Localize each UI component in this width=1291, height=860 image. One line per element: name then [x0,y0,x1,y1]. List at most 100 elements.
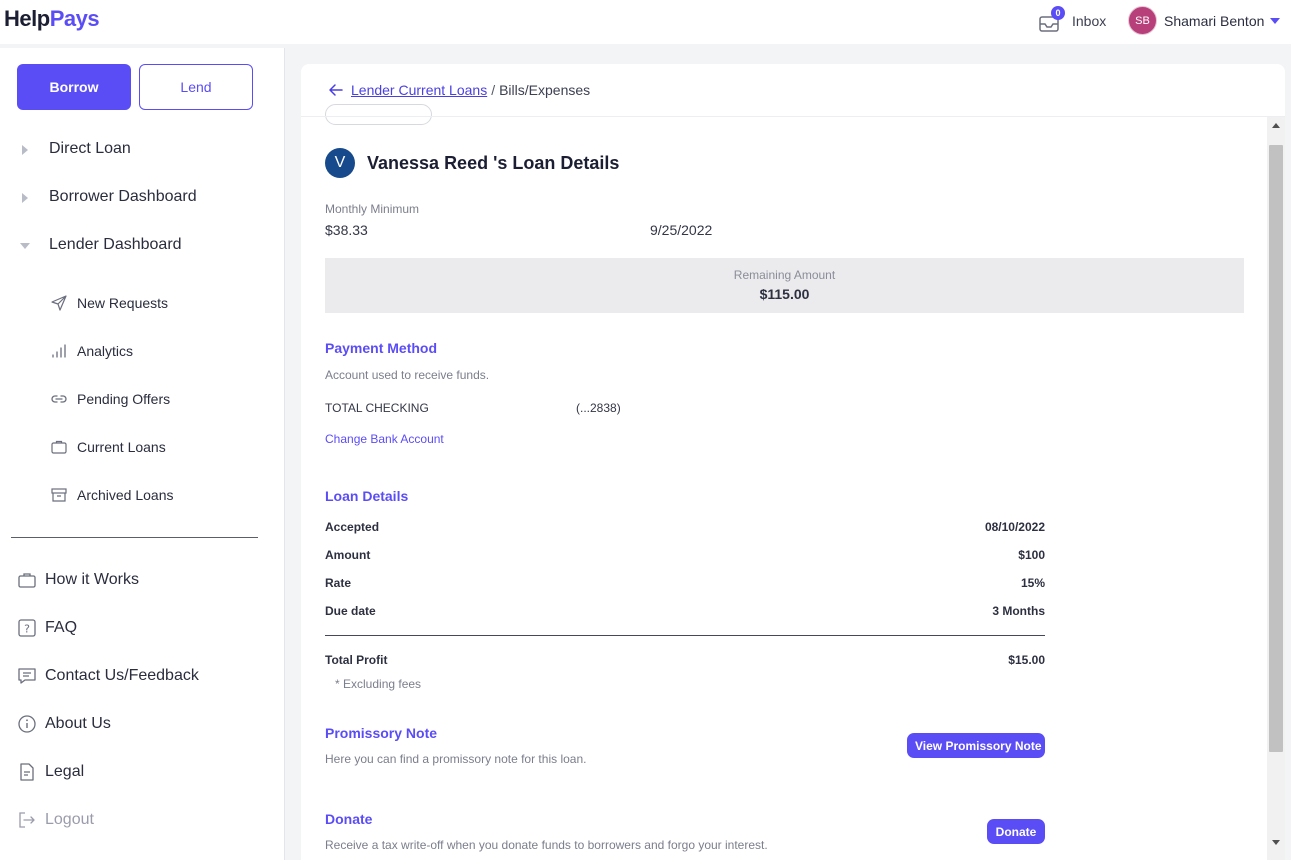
arrow-left-icon[interactable] [328,82,344,98]
total-profit-value: $15.00 [1008,653,1045,667]
donate-button[interactable]: Donate [987,819,1045,844]
borrow-button[interactable]: Borrow [17,64,131,110]
briefcase-icon [51,440,67,454]
sidebar-item-direct-loan[interactable]: Direct Loan [0,138,285,162]
loan-detail-key-due-date: Due date [325,604,376,618]
sidebar-item-new-requests[interactable]: New Requests [50,292,168,314]
inbox-count-badge: 0 [1051,6,1065,20]
scrollbar-thumb[interactable] [1269,145,1283,752]
sidebar-item-label: New Requests [77,295,169,311]
chat-icon [18,668,36,684]
svg-text:?: ? [24,623,30,636]
sidebar-item-label: Legal [45,763,85,780]
sidebar-item-current-loans[interactable]: Current Loans [50,436,166,458]
sidebar-item-label: Pending Offers [77,391,171,407]
total-profit-label: Total Profit [325,653,388,667]
loan-detail-key-accepted: Accepted [325,520,380,534]
user-menu[interactable]: SB Shamari Benton [1128,6,1281,35]
info-icon [18,715,36,733]
sidebar-item-borrower-dashboard[interactable]: Borrower Dashboard [0,186,285,210]
link-icon [51,395,67,403]
monthly-minimum-label: Monthly Minimum [325,202,420,216]
donate-subtitle: Receive a tax write-off when you donate … [325,838,768,852]
user-avatar: SB [1128,6,1157,35]
change-bank-account-link[interactable]: Change Bank Account [325,432,444,446]
sidebar-item-label: FAQ [45,619,78,636]
scroll-down-arrow-icon[interactable] [1272,840,1280,845]
sidebar-item-analytics[interactable]: Analytics [50,340,133,362]
loan-title-row: V Vanessa Reed 's Loan Details [325,148,619,178]
loan-detail-value-amount: $100 [1018,548,1045,562]
donate-title: Donate [325,811,373,827]
top-bar: HelpPays 0 Inbox SB Shamari Benton [0,0,1291,44]
scrollbar[interactable] [1267,117,1285,860]
caret-right-icon [22,145,28,155]
payment-method-title: Payment Method [325,340,438,356]
promissory-note-subtitle: Here you can find a promissory note for … [325,752,587,766]
logout-icon [19,812,35,828]
sidebar-item-faq[interactable]: ? FAQ [17,616,77,640]
inbox-button[interactable]: 0 Inbox [1038,6,1107,34]
sidebar-item-label: About Us [45,715,111,732]
sidebar-item-contact[interactable]: Contact Us/Feedback [17,664,199,688]
sidebar-item-label: Lender Dashboard [49,236,182,253]
bank-account-number: (...2838) [576,401,621,415]
loan-detail-value-rate: 15% [1020,576,1045,590]
scroll-up-arrow-icon[interactable] [1272,123,1280,128]
page-title: Vanessa Reed 's Loan Details [367,152,620,173]
scroll-content: V Vanessa Reed 's Loan Details Monthly M… [301,117,1267,860]
loan-details-divider [325,635,1045,636]
bar-chart-icon [52,344,66,358]
inbox-icon: 0 [1038,6,1065,32]
question-icon: ? [18,619,36,637]
remaining-amount-box: Remaining Amount $115.00 [325,258,1244,313]
sidebar-item-label: Borrower Dashboard [49,188,197,205]
remaining-amount-value: $115.00 [759,286,810,302]
document-icon [20,763,34,781]
borrower-avatar: V [325,148,355,178]
sidebar-item-legal[interactable]: Legal [17,760,84,784]
sidebar: Borrow Lend Direct Loan Borrower Dashboa… [0,48,285,860]
archive-icon [51,488,67,502]
breadcrumb-link-lender-current-loans[interactable]: Lender Current Loans [351,82,487,98]
sidebar-item-label: Archived Loans [77,487,174,503]
promissory-note-title: Promissory Note [325,725,438,741]
sidebar-item-label: How it Works [45,571,139,588]
app-logo[interactable]: HelpPays [4,6,100,32]
monthly-minimum-value: $38.33 [325,222,368,238]
sidebar-item-logout[interactable]: Logout [17,808,94,832]
chevron-down-icon [1270,17,1281,24]
loan-detail-value-due-date: 3 Months [992,604,1045,618]
loan-detail-key-rate: Rate [325,576,352,590]
view-promissory-note-button[interactable]: View Promissory Note [907,733,1045,758]
loan-details-title: Loan Details [325,488,409,504]
sidebar-divider [11,537,258,538]
loan-detail-value-accepted: 08/10/2022 [984,520,1045,534]
breadcrumb-separator: / [491,82,496,98]
breadcrumb-current: Bills/Expenses [499,82,591,98]
sidebar-item-how-it-works[interactable]: How it Works [17,568,139,592]
inbox-label: Inbox [1072,13,1107,29]
sidebar-item-pending-offers[interactable]: Pending Offers [50,388,170,410]
sidebar-item-label: Direct Loan [49,140,131,157]
loan-detail-key-amount: Amount [325,548,371,562]
breadcrumb: Lender Current Loans / Bills/Expenses [328,82,590,98]
loan-details-card: Lender Current Loans / Bills/Expenses V … [301,64,1285,860]
sidebar-item-lender-dashboard[interactable]: Lender Dashboard [0,234,285,258]
lend-button[interactable]: Lend [139,64,253,110]
bank-account-name: TOTAL CHECKING [325,401,429,415]
logo-part-pays: Pays [49,6,100,31]
logo-part-help: Help [4,6,50,31]
user-name: Shamari Benton [1164,12,1265,29]
monthly-minimum-date: 9/25/2022 [650,222,713,238]
payment-method-subtitle: Account used to receive funds. [325,368,490,382]
caret-right-icon [22,193,28,203]
excluding-fees-note: * Excluding fees [335,677,422,691]
sidebar-item-archived-loans[interactable]: Archived Loans [50,484,174,506]
caret-down-icon [20,243,30,249]
briefcase-icon [18,573,36,588]
remaining-amount-label: Remaining Amount [733,268,836,282]
sidebar-item-label: Logout [45,811,94,828]
sidebar-item-label: Analytics [77,343,134,359]
sidebar-item-about[interactable]: About Us [17,712,111,736]
